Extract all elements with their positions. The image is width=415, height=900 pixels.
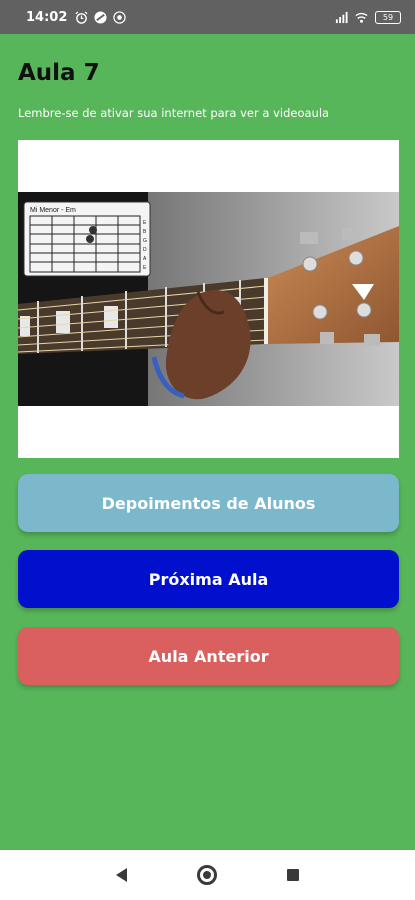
wifi-icon (355, 12, 368, 23)
status-time: 14:02 (26, 9, 68, 25)
next-lesson-button[interactable]: Próxima Aula (18, 550, 399, 608)
previous-lesson-button[interactable]: Aula Anterior (18, 627, 399, 685)
string-letter: G (143, 238, 147, 244)
app-icon (94, 10, 107, 24)
signal-icon (335, 11, 348, 23)
video-frame: Mi Menor - Em E B G D A E (18, 192, 399, 406)
video-player[interactable]: Mi Menor - Em E B G D A E (18, 140, 399, 458)
status-bar: 14:02 59 (0, 0, 415, 34)
radio-icon (113, 10, 127, 24)
testimonials-button[interactable]: Depoimentos de Alunos (18, 474, 399, 532)
lesson-subtitle: Lembre-se de ativar sua internet para ve… (18, 106, 330, 120)
recents-icon[interactable] (287, 869, 299, 881)
home-icon[interactable] (197, 865, 217, 885)
lesson-screen: Aula 7 Lembre-se de ativar sua internet … (0, 34, 415, 850)
lesson-title: Aula 7 (18, 60, 100, 86)
navigation-bar (0, 850, 415, 900)
back-icon[interactable] (116, 868, 127, 882)
battery-icon: 59 (375, 10, 401, 24)
string-letter: D (143, 247, 147, 253)
alarm-icon (75, 11, 88, 24)
chord-label: Mi Menor - Em (30, 207, 76, 214)
